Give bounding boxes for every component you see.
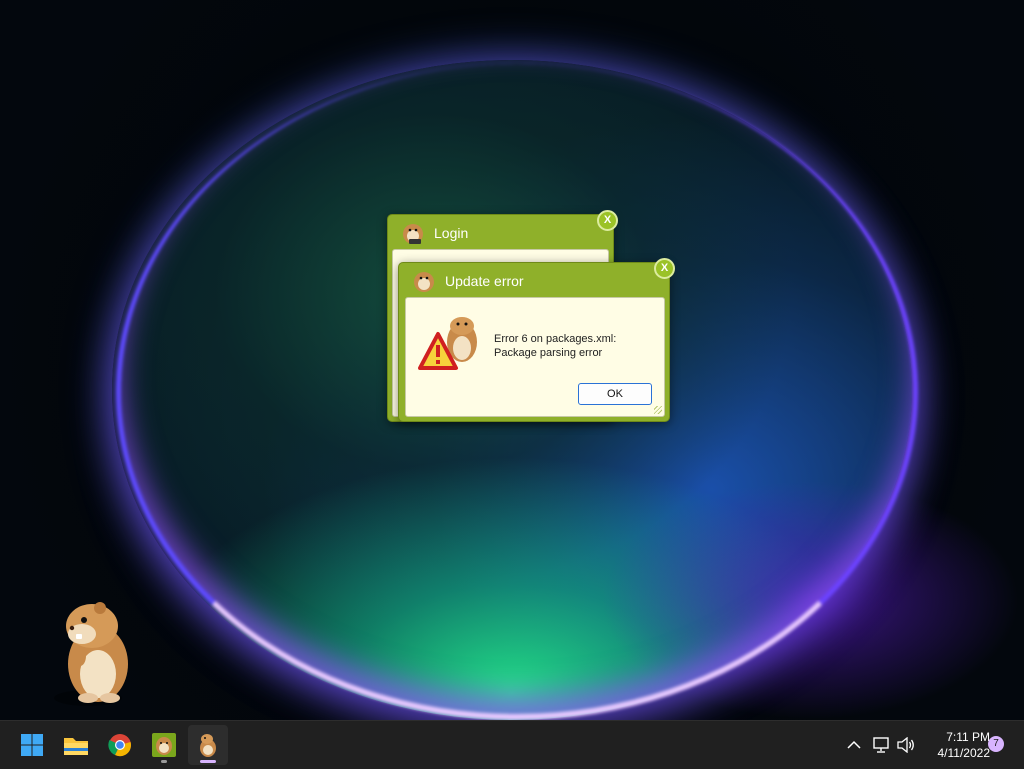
hamster-icon bbox=[414, 272, 434, 292]
active-indicator bbox=[200, 760, 216, 763]
chrome-icon bbox=[108, 734, 131, 757]
network-icon bbox=[873, 737, 889, 753]
login-dialog-title: Login bbox=[434, 225, 469, 241]
clock[interactable]: 7:11 PM 4/11/2022 bbox=[918, 729, 991, 761]
hamster-app-button[interactable] bbox=[144, 725, 184, 765]
file-explorer-button[interactable] bbox=[56, 725, 96, 765]
hamster-pet-button[interactable] bbox=[188, 725, 228, 765]
start-button[interactable] bbox=[12, 725, 52, 765]
windows-logo-icon bbox=[21, 734, 43, 756]
show-hidden-icons-button[interactable] bbox=[842, 721, 866, 769]
folder-icon bbox=[64, 738, 88, 755]
speaker-icon bbox=[897, 737, 914, 753]
network-button[interactable] bbox=[870, 721, 892, 769]
resize-grip[interactable] bbox=[654, 406, 662, 414]
hamster-icon bbox=[403, 224, 423, 244]
taskbar: 7:11 PM 4/11/2022 bbox=[0, 720, 1024, 769]
clock-date: 4/11/2022 bbox=[937, 746, 991, 760]
chevron-up-icon bbox=[847, 740, 861, 749]
hamster-icon bbox=[200, 734, 216, 757]
error-message: Error 6 on packages.xml: Package parsing… bbox=[494, 333, 617, 359]
update-error-body: Error 6 on packages.xml: Package parsing… bbox=[405, 297, 665, 417]
hamster-pet-icon[interactable] bbox=[48, 598, 138, 708]
hamster-app-icon bbox=[152, 733, 176, 757]
update-error-close-button[interactable]: X bbox=[654, 258, 675, 279]
chrome-button[interactable] bbox=[100, 725, 140, 765]
clock-time: 7:11 PM bbox=[946, 730, 990, 744]
running-indicator bbox=[161, 760, 167, 763]
update-error-title: Update error bbox=[445, 273, 524, 289]
volume-button[interactable] bbox=[894, 721, 918, 769]
ok-button[interactable]: OK bbox=[578, 383, 652, 405]
login-close-button[interactable]: X bbox=[597, 210, 618, 231]
warning-icon bbox=[418, 317, 477, 370]
notification-badge[interactable]: 7 bbox=[988, 736, 1004, 752]
update-error-dialog: Update error Error 6 on packages.xml: Pa… bbox=[398, 262, 670, 422]
